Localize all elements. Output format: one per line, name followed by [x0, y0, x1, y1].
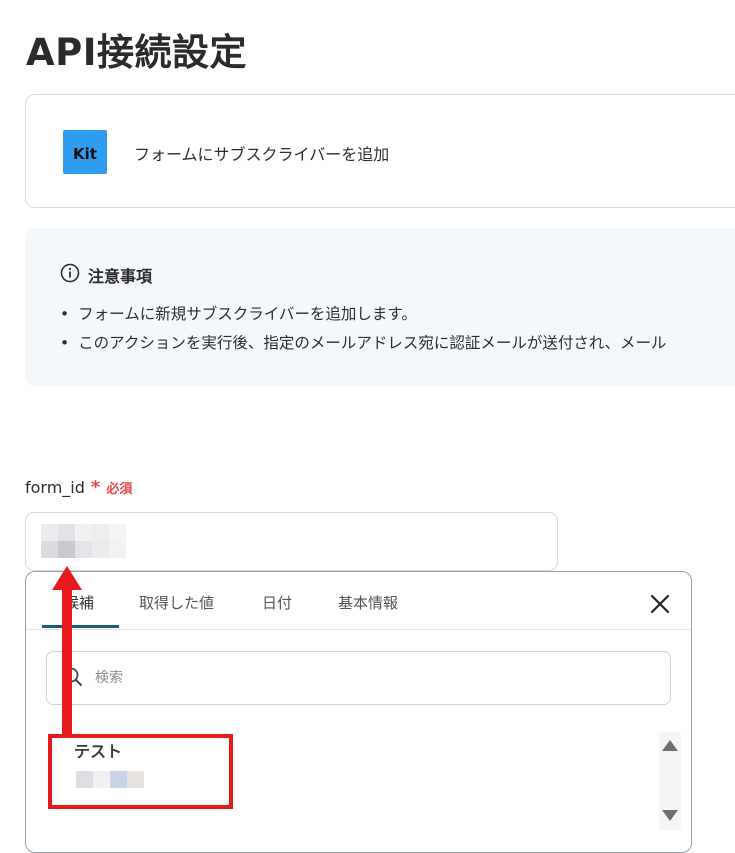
field-name: form_id	[25, 478, 85, 497]
annotation-arrow-up-icon	[52, 566, 82, 736]
form-id-label: form_id * 必須	[25, 477, 132, 498]
notice-box: 注意事項 フォームに新規サブスクライバーを追加します。 このアクションを実行後、…	[25, 228, 735, 386]
page-title: API接続設定	[26, 31, 248, 74]
required-text: 必須	[106, 482, 133, 497]
notice-header: 注意事項	[60, 263, 153, 287]
search-input[interactable]	[95, 652, 655, 704]
app-action-card: Kit フォームにサブスクライバーを追加	[25, 94, 735, 208]
tab-retrieved-values[interactable]: 取得した値	[139, 592, 214, 613]
scrollbar[interactable]	[659, 732, 681, 830]
search-field[interactable]	[46, 651, 671, 705]
notice-title: 注意事項	[88, 267, 153, 286]
tab-date[interactable]: 日付	[262, 592, 292, 613]
annotation-highlight-box	[48, 734, 233, 809]
svg-text:Kit: Kit	[73, 145, 97, 163]
triangle-down-icon[interactable]	[659, 805, 681, 829]
required-asterisk: *	[90, 477, 101, 498]
action-label: フォームにサブスクライバーを追加	[134, 145, 390, 164]
kit-logo: Kit	[63, 130, 107, 174]
suggestion-dropdown: 候補 取得した値 日付 基本情報 テスト	[25, 571, 692, 853]
tab-basic-info[interactable]: 基本情報	[338, 592, 398, 613]
notice-item: このアクションを実行後、指定のメールアドレス宛に認証メールが送付され、メール	[60, 331, 666, 353]
tabs-divider	[26, 629, 691, 630]
triangle-up-icon[interactable]	[659, 736, 681, 760]
notice-item: フォームに新規サブスクライバーを追加します。	[60, 302, 417, 324]
info-circle-icon	[60, 263, 80, 287]
close-icon[interactable]	[648, 592, 672, 616]
form-id-input[interactable]	[25, 512, 558, 571]
